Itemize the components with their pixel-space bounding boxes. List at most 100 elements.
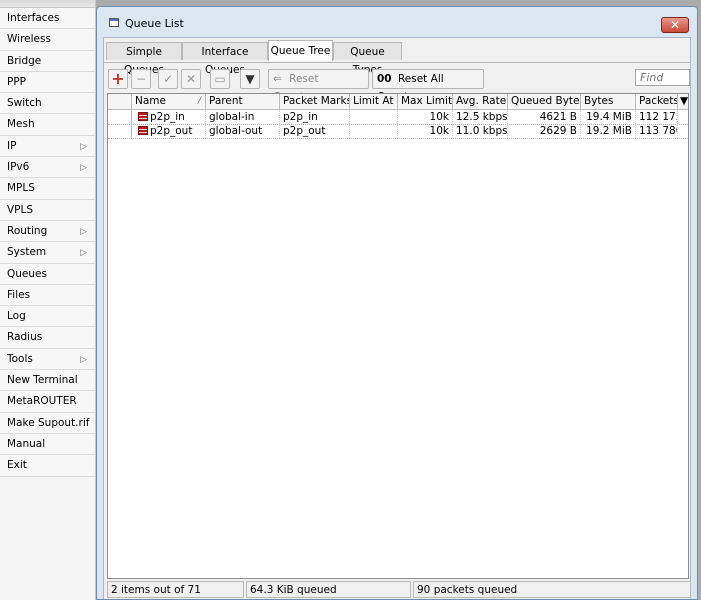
cell-text: p2p_in — [150, 111, 185, 123]
column-header-queued-bytes[interactable]: Queued Bytes — [508, 94, 581, 109]
table-row[interactable]: p2p_out global-out p2p_out 10k 11.0 kbps… — [108, 124, 688, 139]
sidebar-item-label: Bridge — [7, 54, 42, 67]
column-label: Name — [135, 95, 166, 107]
sidebar-item-files[interactable]: Files — [0, 284, 95, 307]
sidebar-item-label: Interfaces — [7, 12, 60, 24]
submenu-arrow-icon: ▷ — [80, 141, 87, 152]
sidebar-item-exit[interactable]: Exit — [0, 455, 95, 477]
close-button[interactable]: ✕ — [661, 17, 689, 33]
cell-packet-marks: p2p_in — [280, 110, 350, 124]
close-icon: ✕ — [669, 18, 681, 32]
column-header-name[interactable]: Name / — [132, 94, 206, 109]
cell-limit-at — [350, 124, 398, 138]
sidebar-item-system[interactable]: System ▷ — [0, 242, 95, 264]
sidebar-item-radius[interactable]: Radius — [0, 327, 95, 349]
sidebar-item-new-terminal[interactable]: New Terminal — [0, 370, 95, 392]
column-header-packets[interactable]: Packets — [636, 94, 678, 109]
disable-button[interactable]: ✕ — [181, 69, 201, 89]
queue-icon — [138, 126, 148, 135]
cell-max-limit: 10k — [398, 110, 453, 124]
enable-button[interactable]: ✓ — [158, 69, 178, 89]
queue-list-window: Queue List ✕ Simple Queues Interface Que… — [96, 6, 698, 600]
window-titlebar[interactable]: Queue List ✕ — [97, 7, 697, 35]
check-icon: ✓ — [162, 72, 174, 86]
sidebar-item-ip[interactable]: IP ▷ — [0, 135, 95, 158]
column-header-max-limit[interactable]: Max Limit ... — [398, 94, 453, 109]
sidebar-item-label: Switch — [7, 97, 42, 110]
sidebar-item-label: Manual — [7, 437, 46, 450]
submenu-arrow-icon: ▷ — [80, 354, 87, 365]
column-header-packet-marks[interactable]: Packet Marks — [280, 94, 350, 109]
find-input[interactable] — [635, 69, 690, 86]
table-header: Name / Parent Packet Marks Limit At ... … — [108, 94, 688, 110]
sidebar-item-label: Mesh — [7, 118, 35, 131]
sidebar-item-interfaces[interactable]: Interfaces — [0, 8, 95, 30]
sidebar-item-label: New Terminal — [7, 374, 78, 387]
filter-button[interactable]: ▼ — [240, 69, 260, 89]
sidebar-item-label: Wireless — [7, 33, 51, 46]
sidebar-item-label: IPv6 — [7, 161, 30, 174]
sidebar-item-tools[interactable]: Tools ▷ — [0, 348, 95, 371]
cell-bytes: 19.2 MiB — [581, 124, 636, 138]
sidebar-item-queues[interactable]: Queues — [0, 263, 95, 285]
sidebar-top-bar — [0, 0, 95, 8]
tab-queue-tree[interactable]: Queue Tree — [268, 40, 333, 61]
sidebar-item-switch[interactable]: Switch — [0, 93, 95, 115]
cell-queued-bytes: 4621 B — [508, 110, 581, 124]
sidebar-item-label: Radius — [7, 331, 43, 344]
queue-icon — [138, 112, 148, 121]
sidebar-item-label: IP — [7, 139, 17, 152]
sidebar-item-ipv6[interactable]: IPv6 ▷ — [0, 157, 95, 179]
tab-simple-queues[interactable]: Simple Queues — [106, 42, 182, 76]
reset-counters-icon: ⇐ — [273, 73, 282, 85]
remove-button[interactable]: − — [131, 69, 151, 89]
submenu-arrow-icon: ▷ — [80, 163, 87, 174]
cell-packets: 113 780 — [636, 124, 678, 138]
sidebar-item-make-supout-rif[interactable]: Make Supout.rif — [0, 412, 95, 434]
cell-avg-rate: 11.0 kbps — [453, 124, 508, 138]
sidebar-item-metarouter[interactable]: MetaROUTER — [0, 391, 95, 413]
column-label: Queued Bytes — [511, 95, 581, 107]
sidebar-item-ppp[interactable]: PPP — [0, 71, 95, 94]
table-row[interactable]: p2p_in global-in p2p_in 10k 12.5 kbps 46… — [108, 110, 688, 125]
filter-icon: ▼ — [245, 72, 255, 86]
sidebar-menu: Interfaces Wireless Bridge PPP Switch Mesh IP ▷… — [0, 0, 96, 600]
column-header-parent[interactable]: Parent — [206, 94, 280, 109]
cell-packet-marks: p2p_out — [280, 124, 350, 138]
tab-interface-queues[interactable]: Interface Queues — [182, 42, 268, 76]
submenu-arrow-icon: ▷ — [80, 248, 87, 259]
sidebar-item-log[interactable]: Log — [0, 306, 95, 328]
sidebar-item-mpls[interactable]: MPLS — [0, 178, 95, 200]
reset-counters-button[interactable]: ⇐ Reset Counters — [268, 69, 369, 103]
column-header-limit-at[interactable]: Limit At ... — [350, 94, 398, 109]
row-marker — [108, 110, 132, 124]
sidebar-item-label: MPLS — [7, 182, 35, 195]
reset-all-counters-icon: 00 — [377, 73, 392, 85]
column-label: Packet Marks — [283, 95, 350, 107]
cell-bytes: 19.4 MiB — [581, 110, 636, 124]
sidebar-item-manual[interactable]: Manual — [0, 433, 95, 456]
column-label: Max Limit ... — [401, 95, 453, 107]
sidebar-item-mesh[interactable]: Mesh — [0, 114, 95, 136]
sidebar-item-label: Routing — [7, 224, 48, 237]
cell-avg-rate: 12.5 kbps — [453, 110, 508, 124]
sidebar-list: Interfaces Wireless Bridge PPP Switch Mesh IP ▷… — [0, 8, 95, 477]
sidebar-item-bridge[interactable]: Bridge — [0, 50, 95, 72]
reset-all-counters-button[interactable]: 00 Reset All Counters — [372, 69, 484, 103]
status-bar: 2 items out of 71 64.3 KiB queued 90 pac… — [107, 581, 691, 598]
column-label: Avg. Rate — [456, 95, 507, 107]
column-label: Parent — [209, 95, 243, 107]
window-icon — [109, 18, 119, 27]
add-button[interactable]: + — [108, 69, 128, 89]
column-menu-button[interactable]: ▼ — [678, 94, 692, 109]
tab-queue-types[interactable]: Queue Types — [333, 42, 402, 76]
comment-button[interactable]: ▭ — [210, 69, 230, 89]
sidebar-item-routing[interactable]: Routing ▷ — [0, 220, 95, 243]
submenu-arrow-icon: ▷ — [80, 226, 87, 237]
sidebar-item-vpls[interactable]: VPLS — [0, 199, 95, 221]
sidebar-item-wireless[interactable]: Wireless — [0, 29, 95, 51]
sidebar-item-label: Exit — [7, 459, 27, 472]
sidebar-item-label: Log — [7, 310, 26, 323]
column-header-bytes[interactable]: Bytes — [581, 94, 636, 109]
column-header-avg-rate[interactable]: Avg. Rate — [453, 94, 508, 109]
